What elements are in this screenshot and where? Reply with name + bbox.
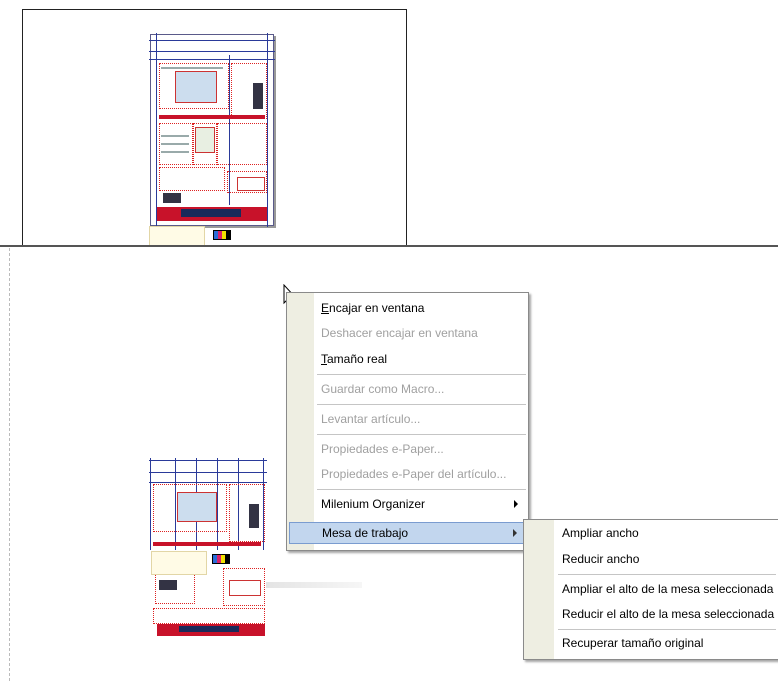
menu-separator: [558, 629, 776, 630]
page-thumbnail[interactable]: [149, 33, 275, 227]
menu-separator: [558, 574, 776, 575]
workspace-separator: [0, 245, 778, 247]
menu-item-propiedades-epaper[interactable]: Propiedades e-Paper...: [289, 438, 526, 460]
menu-separator: [317, 489, 526, 490]
preview-panel: [22, 9, 407, 246]
menu-item-deshacer-encajar[interactable]: Deshacer encajar en ventana: [289, 322, 526, 344]
color-marks: [213, 230, 231, 240]
context-menu: Encajar en ventana Deshacer encajar en v…: [286, 292, 529, 551]
menu-item-recuperar-tamano[interactable]: Recuperar tamaño original: [526, 632, 776, 654]
page-note: [149, 226, 205, 246]
menu-item-ampliar-alto[interactable]: Ampliar el alto de la mesa seleccionada: [526, 578, 776, 600]
workspace-page-thumbnail[interactable]: [149, 458, 267, 638]
menu-item-levantar-articulo[interactable]: Levantar artículo...: [289, 408, 526, 430]
drag-shadow: [266, 582, 362, 588]
menu-item-milenium-organizer[interactable]: Milenium Organizer: [289, 493, 526, 515]
workspace-boundary: [9, 248, 10, 681]
menu-separator: [317, 374, 526, 375]
menu-item-tamano-real[interactable]: Tamaño real: [289, 348, 526, 370]
menu-separator: [317, 434, 526, 435]
menu-item-encajar-en-ventana[interactable]: Encajar en ventana: [289, 297, 526, 319]
submenu-mesa-de-trabajo: Ampliar ancho Reducir ancho Ampliar el a…: [523, 519, 778, 660]
menu-item-reducir-alto[interactable]: Reducir el alto de la mesa seleccionada: [526, 603, 776, 625]
workspace-note: [151, 551, 207, 575]
menu-item-guardar-macro[interactable]: Guardar como Macro...: [289, 378, 526, 400]
menu-item-ampliar-ancho[interactable]: Ampliar ancho: [526, 522, 776, 544]
menu-item-propiedades-epaper-articulo[interactable]: Propiedades e-Paper del artículo...: [289, 463, 526, 485]
workspace-color-marks: [212, 554, 230, 564]
menu-item-mesa-de-trabajo[interactable]: Mesa de trabajo: [289, 522, 526, 544]
menu-item-reducir-ancho[interactable]: Reducir ancho: [526, 548, 776, 570]
submenu-arrow-icon: [514, 500, 518, 508]
menu-separator: [317, 404, 526, 405]
submenu-arrow-icon: [513, 529, 517, 537]
